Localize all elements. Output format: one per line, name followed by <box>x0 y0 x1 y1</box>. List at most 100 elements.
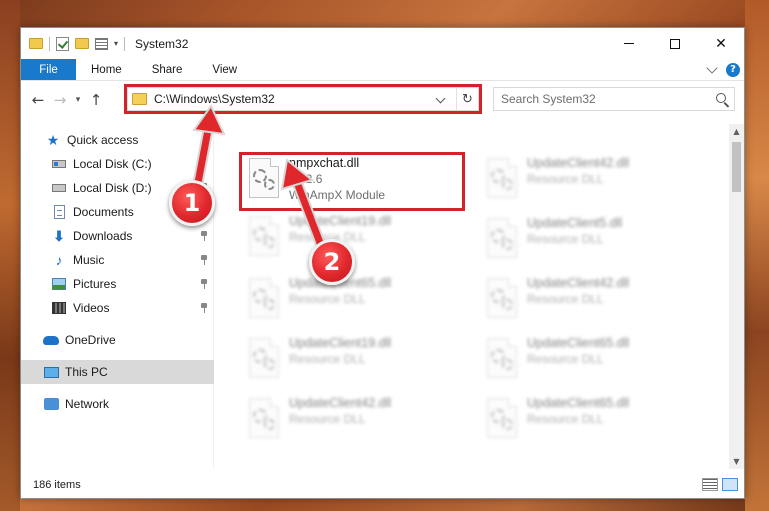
folder-icon <box>132 93 147 105</box>
sidebar-item-downloads[interactable]: ⬇ Downloads <box>21 224 214 248</box>
dll-file-icon <box>249 278 279 318</box>
pin-icon[interactable] <box>200 255 208 265</box>
sidebar-item-label: Local Disk (D:) <box>73 181 152 195</box>
sidebar-item-label: OneDrive <box>65 333 116 347</box>
maximize-icon <box>670 38 680 49</box>
vertical-scrollbar[interactable]: ▲ ▼ <box>729 124 744 469</box>
close-button[interactable]: ✕ <box>698 28 744 59</box>
file-name: UpdateClient42.dll <box>527 276 630 290</box>
sidebar-item-label: Local Disk (C:) <box>73 157 152 171</box>
drive-icon <box>51 156 67 172</box>
file-item[interactable]: UpdateClient19.dll Resource DLL <box>241 212 471 268</box>
search-input[interactable]: Search System32 <box>501 92 596 106</box>
sidebar-item-label: Videos <box>73 301 110 315</box>
dll-file-icon <box>487 278 517 318</box>
file-item-nmpxchat[interactable]: nmpxchat.dll 10.2.6 WinAmpX Module <box>241 154 471 210</box>
window-controls: ✕ <box>606 28 744 59</box>
sidebar-item-label: Network <box>65 397 110 411</box>
sidebar-item-label: This PC <box>65 365 108 379</box>
file-name: nmpxchat.dll <box>289 156 360 170</box>
sidebar-item-videos[interactable]: Videos <box>21 296 214 320</box>
minimize-button[interactable] <box>606 28 652 59</box>
help-icon[interactable]: ? <box>726 62 740 77</box>
address-path[interactable]: C:\Windows\System32 <box>154 92 275 106</box>
file-name: UpdateClient19.dll <box>289 336 392 350</box>
sidebar-item-onedrive[interactable]: OneDrive <box>21 328 214 352</box>
file-name: UpdateClient19.dll <box>289 214 392 228</box>
file-item[interactable]: UpdateClient42.dll Resource DLL <box>479 154 709 210</box>
tab-share[interactable]: Share <box>137 59 198 80</box>
folder-icon <box>29 38 43 49</box>
navigation-bar: ← → ▾ ↑ C:\Windows\System32 ↻ Search Sys… <box>21 83 744 117</box>
tab-file[interactable]: File <box>21 59 76 80</box>
file-item[interactable]: UpdateClient5.dll Resource DLL <box>479 214 709 270</box>
scroll-down-icon[interactable]: ▼ <box>729 454 744 469</box>
pictures-icon <box>51 276 67 292</box>
sidebar-item-pictures[interactable]: Pictures <box>21 272 214 296</box>
toolbar-dropdown-icon[interactable]: ▾ <box>114 39 118 48</box>
sidebar-item-network[interactable]: Network <box>21 392 214 416</box>
search-icon[interactable] <box>716 93 726 103</box>
videos-icon <box>51 300 67 316</box>
sidebar-item-label: Quick access <box>67 133 139 147</box>
file-type: Resource DLL <box>527 412 604 426</box>
chevron-down-icon: ▾ <box>75 95 81 105</box>
pin-icon[interactable] <box>200 231 208 241</box>
sidebar-item-local-disk-c[interactable]: Local Disk (C:) <box>21 152 214 176</box>
toolbar-separator <box>124 36 126 51</box>
customize-toolbar-icon[interactable] <box>95 37 108 50</box>
pin-icon[interactable] <box>200 303 208 313</box>
dll-file-icon <box>249 338 279 378</box>
dll-file-icon <box>487 218 517 258</box>
pin-icon[interactable] <box>200 279 208 289</box>
file-version: 10.2.6 <box>289 172 323 186</box>
arrow-left-icon: ← <box>31 91 45 109</box>
file-type: Resource DLL <box>527 292 604 306</box>
tab-view[interactable]: View <box>197 59 252 80</box>
file-description: WinAmpX Module <box>289 188 386 202</box>
onedrive-icon <box>43 332 59 348</box>
pin-icon[interactable] <box>200 159 208 169</box>
details-view-icon[interactable] <box>702 478 718 491</box>
sidebar-item-quick-access[interactable]: ★ Quick access <box>21 128 214 152</box>
tab-home[interactable]: Home <box>76 59 137 80</box>
dll-file-icon <box>249 158 279 198</box>
new-folder-icon[interactable] <box>75 38 89 49</box>
dll-file-icon <box>487 398 517 438</box>
tiles-view-icon[interactable] <box>722 478 738 491</box>
back-button[interactable]: ← <box>27 89 49 111</box>
maximize-button[interactable] <box>652 28 698 59</box>
file-item[interactable]: UpdateClient65.dllResource DLL <box>479 334 709 390</box>
scroll-up-icon[interactable]: ▲ <box>729 124 744 139</box>
minimize-icon <box>624 43 634 44</box>
desktop-background-left <box>0 0 20 511</box>
file-item[interactable]: UpdateClient19.dll Resource DLL <box>241 334 471 390</box>
dll-file-icon <box>487 338 517 378</box>
forward-button[interactable]: → <box>49 89 71 111</box>
refresh-button[interactable]: ↻ <box>456 88 478 110</box>
file-item[interactable]: UpdateClient42.dll Resource DLL <box>479 274 709 330</box>
sidebar-item-this-pc[interactable]: This PC <box>21 360 214 384</box>
expand-ribbon-icon[interactable] <box>706 61 718 74</box>
file-item[interactable]: UpdateClient42.dll Resource DLL <box>241 394 471 450</box>
address-bar[interactable]: C:\Windows\System32 ↻ <box>127 87 479 111</box>
sidebar-item-music[interactable]: ♪ Music <box>21 248 214 272</box>
file-name: UpdateClient5.dll <box>527 216 623 230</box>
desktop-background-right <box>745 0 769 511</box>
sidebar-item-label: Music <box>73 253 105 267</box>
scroll-thumb[interactable] <box>732 142 741 192</box>
dll-file-icon <box>487 158 517 198</box>
recent-locations-button[interactable]: ▾ <box>71 89 85 111</box>
search-box[interactable]: Search System32 <box>493 87 735 111</box>
quick-access-toolbar: ▾ <box>21 36 126 51</box>
explorer-window: ▾ System32 ✕ File Home Share View ? ← → … <box>20 27 745 499</box>
up-button[interactable]: ↑ <box>85 89 107 111</box>
file-item[interactable]: UpdateClient65.dll Resource DLL <box>479 394 709 450</box>
address-dropdown-icon[interactable] <box>435 93 446 104</box>
properties-check-icon[interactable] <box>56 36 69 51</box>
file-list: nmpxchat.dll 10.2.6 WinAmpX Module Updat… <box>215 124 731 469</box>
view-switcher <box>702 478 738 491</box>
file-name: UpdateClient65.dll <box>527 396 630 410</box>
file-item[interactable]: UpdateClient65.dllResource DLL <box>241 274 471 330</box>
step-1-badge: 1 <box>169 180 215 226</box>
